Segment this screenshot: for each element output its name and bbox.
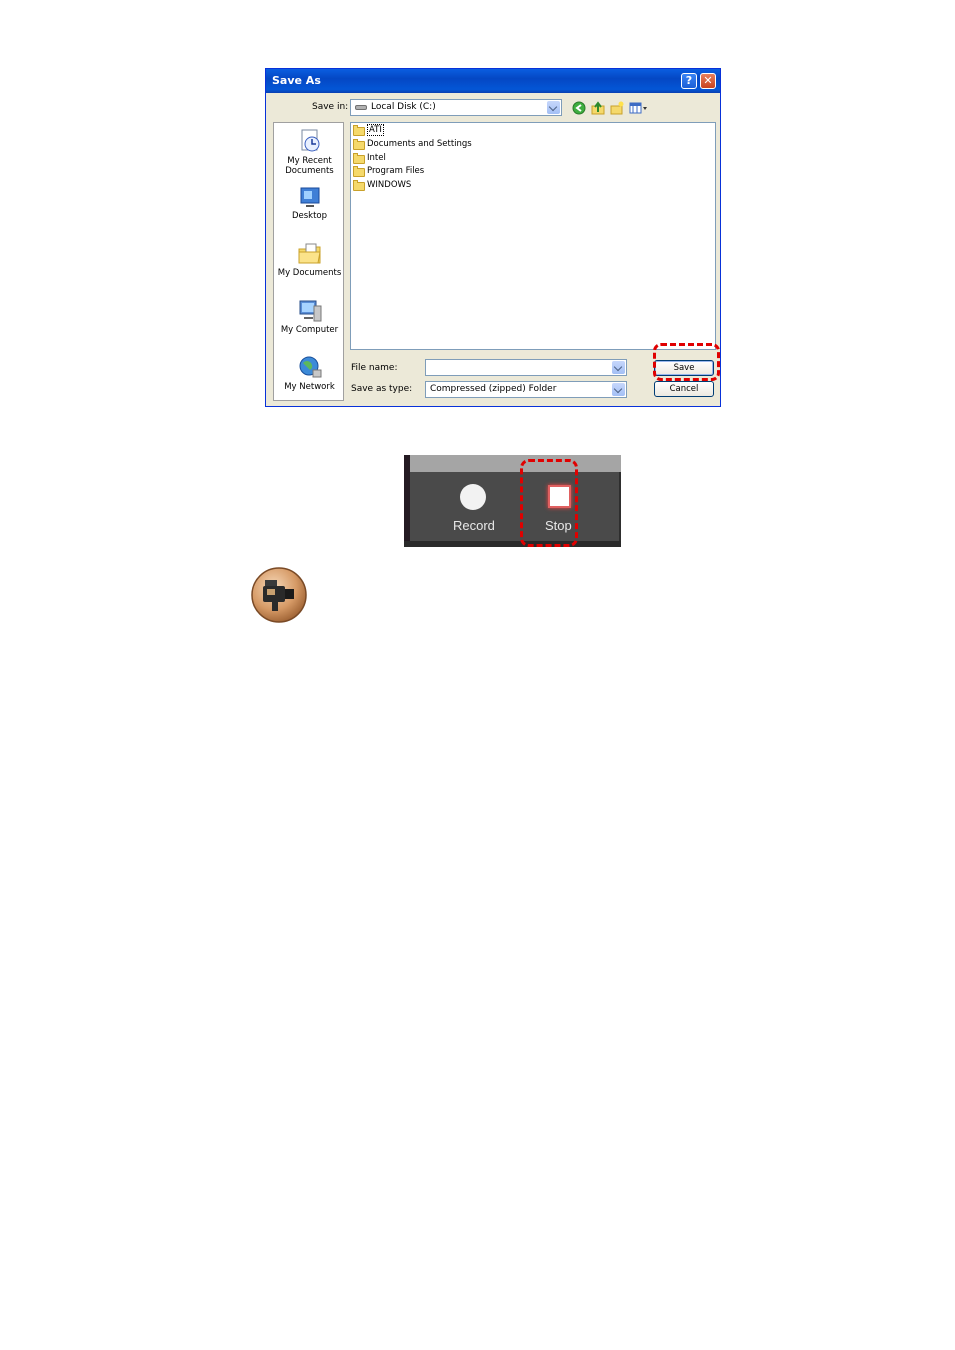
folder-icon	[353, 180, 365, 191]
my-network-icon	[299, 356, 321, 378]
folder-icon	[353, 139, 365, 150]
dialog-title: Save As	[272, 74, 321, 87]
chevron-down-icon[interactable]	[612, 361, 625, 374]
save-as-dialog: Save As ? ✕ Save in: Local Disk (C:) My …	[265, 68, 721, 407]
close-button[interactable]: ✕	[700, 73, 716, 89]
camcorder-icon	[251, 567, 307, 623]
local-disk-icon	[355, 105, 367, 110]
place-my-network[interactable]: My Network	[274, 355, 345, 392]
folder-icon	[353, 166, 365, 177]
chevron-down-icon[interactable]	[612, 383, 625, 396]
save-as-type-label: Save as type:	[351, 384, 413, 394]
file-name: Program Files	[367, 166, 425, 176]
save-as-type-value: Compressed (zipped) Folder	[430, 384, 557, 394]
place-label: Documents	[285, 166, 334, 176]
my-documents-icon	[298, 243, 321, 264]
folder-icon	[353, 125, 365, 136]
chevron-down-icon[interactable]	[547, 101, 560, 114]
recent-documents-icon	[301, 129, 319, 152]
save-button-highlight	[653, 343, 720, 381]
cancel-button[interactable]: Cancel	[654, 381, 714, 397]
folder-icon	[353, 153, 365, 164]
place-label: My Recent	[287, 156, 332, 166]
place-my-documents[interactable]: My Documents	[274, 241, 345, 278]
save-in-label: Save in:	[312, 102, 349, 112]
place-my-recent-documents[interactable]: My Recent Documents	[274, 127, 345, 176]
stop-button-highlight	[520, 459, 578, 547]
recorder-panel: Record Stop	[404, 455, 621, 547]
place-label: My Computer	[280, 325, 339, 335]
new-folder-icon[interactable]	[610, 101, 624, 115]
views-menu-icon[interactable]	[629, 101, 649, 115]
place-label: My Network	[284, 382, 335, 392]
back-icon[interactable]	[572, 101, 586, 115]
panel-footer	[404, 541, 621, 547]
panel-body	[410, 472, 621, 541]
save-as-type-select[interactable]: Compressed (zipped) Folder	[425, 381, 627, 398]
place-label: Desktop	[291, 211, 328, 221]
dialog-titlebar[interactable]: Save As ? ✕	[266, 69, 720, 93]
place-label: My Documents	[277, 268, 342, 278]
file-name: Intel	[367, 153, 386, 163]
save-in-combo[interactable]: Local Disk (C:)	[350, 99, 562, 116]
panel-header	[410, 455, 621, 472]
file-name-field[interactable]	[425, 359, 627, 376]
save-in-value: Local Disk (C:)	[371, 102, 436, 112]
help-button[interactable]: ?	[681, 73, 697, 89]
places-bar: My Recent Documents Desktop My Documents	[273, 122, 344, 401]
file-list[interactable]: ATI Documents and Settings Intel Program…	[350, 122, 716, 350]
file-name: Documents and Settings	[367, 139, 472, 149]
place-my-computer[interactable]: My Computer	[274, 298, 345, 335]
my-computer-icon	[299, 300, 321, 322]
file-name-label: File name:	[351, 363, 398, 373]
desktop-icon	[300, 187, 319, 207]
record-label[interactable]: Record	[453, 518, 495, 533]
file-name: WINDOWS	[367, 180, 412, 190]
up-folder-icon[interactable]	[591, 101, 605, 115]
record-icon[interactable]	[460, 484, 486, 510]
place-desktop[interactable]: Desktop	[274, 186, 345, 221]
file-name: ATI	[367, 124, 384, 136]
